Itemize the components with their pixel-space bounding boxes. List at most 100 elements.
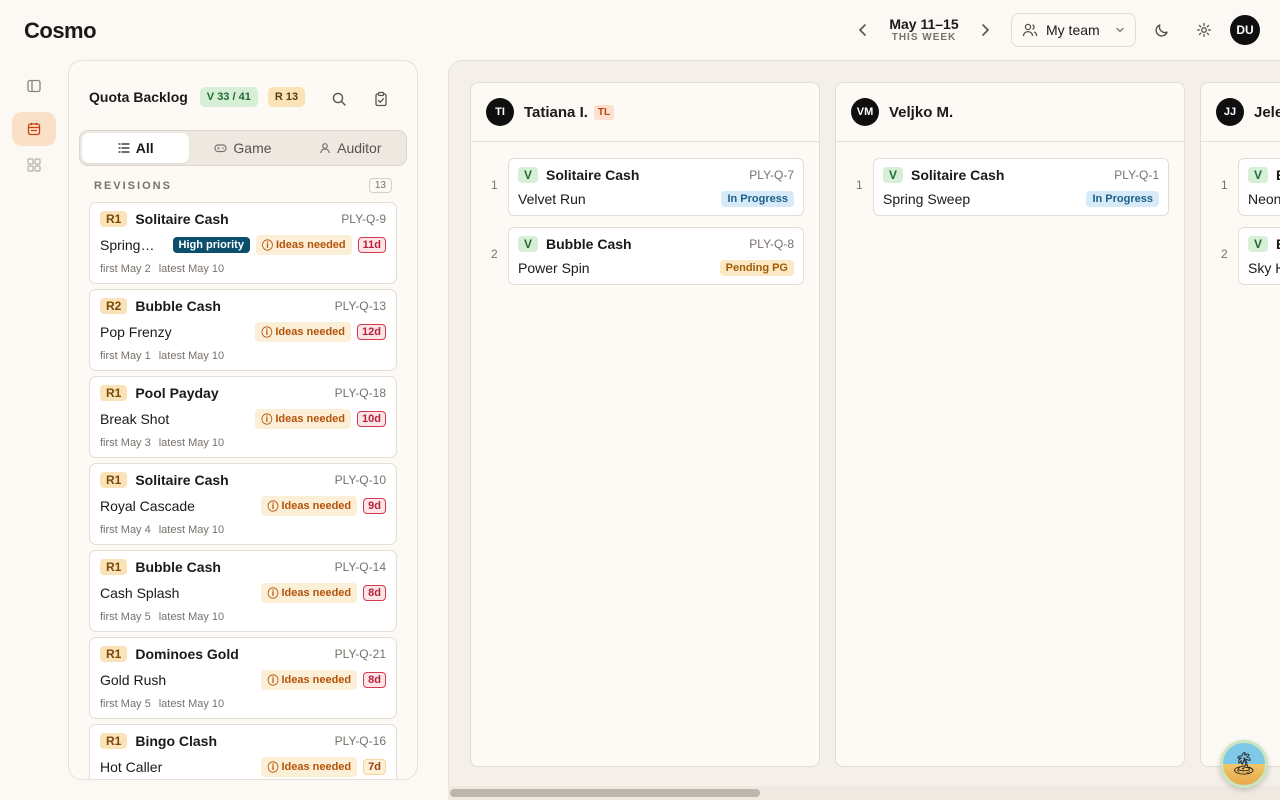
- task-number: 1: [1221, 178, 1228, 192]
- backlog-header: Quota Backlog V 33 / 41 R 13: [89, 87, 306, 107]
- latest-date: latest May 10: [158, 611, 225, 623]
- assistant-fab-button[interactable]: 🏝: [1220, 740, 1268, 788]
- card-game: Pool Payday: [135, 385, 219, 401]
- age-badge: 10d: [357, 411, 386, 427]
- task-card[interactable]: V B Sky H: [1238, 227, 1280, 285]
- backlog-card[interactable]: R1 Dominoes Gold PLY-Q-21 Gold Rush ⓘ Ide…: [89, 637, 397, 719]
- team-board: TI Tatiana I. TL 1 V Solitaire Cash PLY-…: [448, 60, 1280, 800]
- app-logo[interactable]: Cosmo: [24, 16, 97, 46]
- calendar-nav-button[interactable]: [12, 112, 56, 146]
- user-avatar[interactable]: DU: [1230, 15, 1260, 45]
- tab-auditor[interactable]: Auditor: [297, 133, 404, 163]
- team-select[interactable]: My team: [1011, 13, 1136, 47]
- task-card[interactable]: V Solitaire Cash PLY-Q-7 Velvet Run In P…: [508, 158, 804, 216]
- card-game: Solitaire Cash: [135, 211, 229, 227]
- alert-circle-icon: ⓘ: [267, 675, 279, 687]
- card-id: PLY-Q-21: [334, 647, 386, 661]
- revisions-section-header: REVISIONS 13: [94, 178, 392, 193]
- clipboard-check-icon: [375, 91, 387, 107]
- board-column: VM Veljko M. 1 V Solitaire Cash PLY-Q-1 …: [835, 82, 1185, 767]
- next-week-button[interactable]: [974, 14, 996, 46]
- ideas-needed-label: Ideas needed: [275, 326, 346, 338]
- logo-text: Cosmo: [24, 18, 97, 43]
- revision-tag: R1: [100, 211, 128, 227]
- backlog-title: Quota Backlog: [89, 89, 188, 105]
- card-id: PLY-Q-13: [334, 299, 386, 313]
- grid-nav-button[interactable]: [12, 148, 56, 182]
- toggle-sidebar-button[interactable]: [12, 69, 56, 103]
- tab-all[interactable]: All: [82, 133, 190, 163]
- latest-date: latest May 10: [158, 437, 225, 449]
- chevron-down-icon: [1116, 27, 1124, 33]
- task-game: Solitaire Cash: [911, 167, 1005, 183]
- prev-week-button[interactable]: [852, 14, 874, 46]
- task-row: 1 V Solitaire Cash PLY-Q-1 Spring Sweep …: [836, 158, 1186, 216]
- tab-game[interactable]: Game: [189, 133, 296, 163]
- member-avatar: TI: [486, 98, 514, 126]
- task-game: Solitaire Cash: [546, 167, 640, 183]
- card-id: PLY-Q-10: [334, 473, 386, 487]
- latest-date: latest May 10: [158, 524, 225, 536]
- revisions-count: 13: [368, 178, 392, 193]
- first-date: first May 5: [100, 698, 151, 710]
- task-type-tag: V: [518, 167, 539, 183]
- grid-icon: [27, 158, 41, 172]
- task-game: B: [1276, 167, 1280, 183]
- scrollbar-thumb[interactable]: [450, 789, 760, 797]
- task-id: PLY-Q-8: [749, 237, 794, 251]
- backlog-clipboard-button[interactable]: [369, 87, 393, 111]
- team-select-label: My team: [1046, 22, 1100, 38]
- card-name: Break Shot: [100, 411, 170, 427]
- member-avatar: VM: [851, 98, 879, 126]
- backlog-card[interactable]: R1 Solitaire Cash PLY-Q-9 Spring… High p…: [89, 202, 397, 284]
- backlog-filter-tabs: All Game Auditor: [79, 130, 407, 166]
- task-card[interactable]: V B Neon: [1238, 158, 1280, 216]
- board-column: TI Tatiana I. TL 1 V Solitaire Cash PLY-…: [470, 82, 820, 767]
- beach-icon: 🏝: [1230, 751, 1258, 776]
- tab-all-label: All: [135, 140, 154, 156]
- task-card[interactable]: V Bubble Cash PLY-Q-8 Power Spin Pending…: [508, 227, 804, 285]
- list-icon: [118, 143, 130, 153]
- age-badge: 7d: [363, 759, 386, 775]
- backlog-card[interactable]: R1 Bingo Clash PLY-Q-16 Hot Caller ⓘ Idea…: [89, 724, 397, 779]
- latest-date: latest May 10: [158, 698, 225, 710]
- card-game: Solitaire Cash: [135, 472, 229, 488]
- task-number: 1: [491, 178, 498, 192]
- status-badge: In Progress: [721, 191, 794, 207]
- revision-tag: R1: [100, 646, 128, 662]
- alert-circle-icon: ⓘ: [261, 414, 273, 426]
- card-id: PLY-Q-16: [334, 734, 386, 748]
- theme-toggle-button[interactable]: [1148, 16, 1176, 44]
- r-count-badge: R 13: [267, 87, 306, 107]
- revision-tag: R1: [100, 472, 128, 488]
- ideas-needed-badge: ⓘ Ideas needed: [255, 322, 352, 342]
- age-badge: 9d: [363, 498, 386, 514]
- task-name: Spring Sweep: [883, 191, 971, 207]
- alert-circle-icon: ⓘ: [267, 762, 279, 774]
- week-range: May 11–15: [889, 16, 959, 32]
- week-navigator: May 11–15 THIS WEEK: [852, 14, 996, 46]
- ideas-needed-label: Ideas needed: [281, 587, 352, 599]
- backlog-search-button[interactable]: [327, 87, 351, 111]
- board-column: JJ Jele 1 V B Neon 2 V B: [1200, 82, 1280, 767]
- task-type-tag: V: [1248, 167, 1269, 183]
- backlog-card[interactable]: R1 Pool Payday PLY-Q-18 Break Shot ⓘ Idea…: [89, 376, 397, 458]
- board-horizontal-scrollbar[interactable]: [448, 786, 1280, 800]
- backlog-card[interactable]: R1 Solitaire Cash PLY-Q-10 Royal Cascade…: [89, 463, 397, 545]
- status-badge: In Progress: [1086, 191, 1159, 207]
- card-game: Bubble Cash: [135, 559, 221, 575]
- first-date: first May 4: [100, 524, 151, 536]
- settings-button[interactable]: [1190, 16, 1218, 44]
- alert-circle-icon: ⓘ: [267, 501, 279, 513]
- task-card[interactable]: V Solitaire Cash PLY-Q-1 Spring Sweep In…: [873, 158, 1169, 216]
- backlog-card[interactable]: R2 Bubble Cash PLY-Q-13 Pop Frenzy ⓘ Idea…: [89, 289, 397, 371]
- status-badge: Pending PG: [719, 260, 794, 276]
- team-lead-badge: TL: [593, 104, 615, 120]
- task-row: 2 V Bubble Cash PLY-Q-8 Power Spin Pendi…: [471, 227, 821, 285]
- backlog-card[interactable]: R1 Bubble Cash PLY-Q-14 Cash Splash ⓘ Ide…: [89, 550, 397, 632]
- ideas-needed-badge: ⓘ Ideas needed: [261, 583, 358, 603]
- task-name: Sky H: [1248, 260, 1280, 276]
- task-row: 2 V B Sky H: [1201, 227, 1280, 285]
- alert-circle-icon: ⓘ: [261, 240, 273, 252]
- age-badge: 8d: [363, 585, 386, 601]
